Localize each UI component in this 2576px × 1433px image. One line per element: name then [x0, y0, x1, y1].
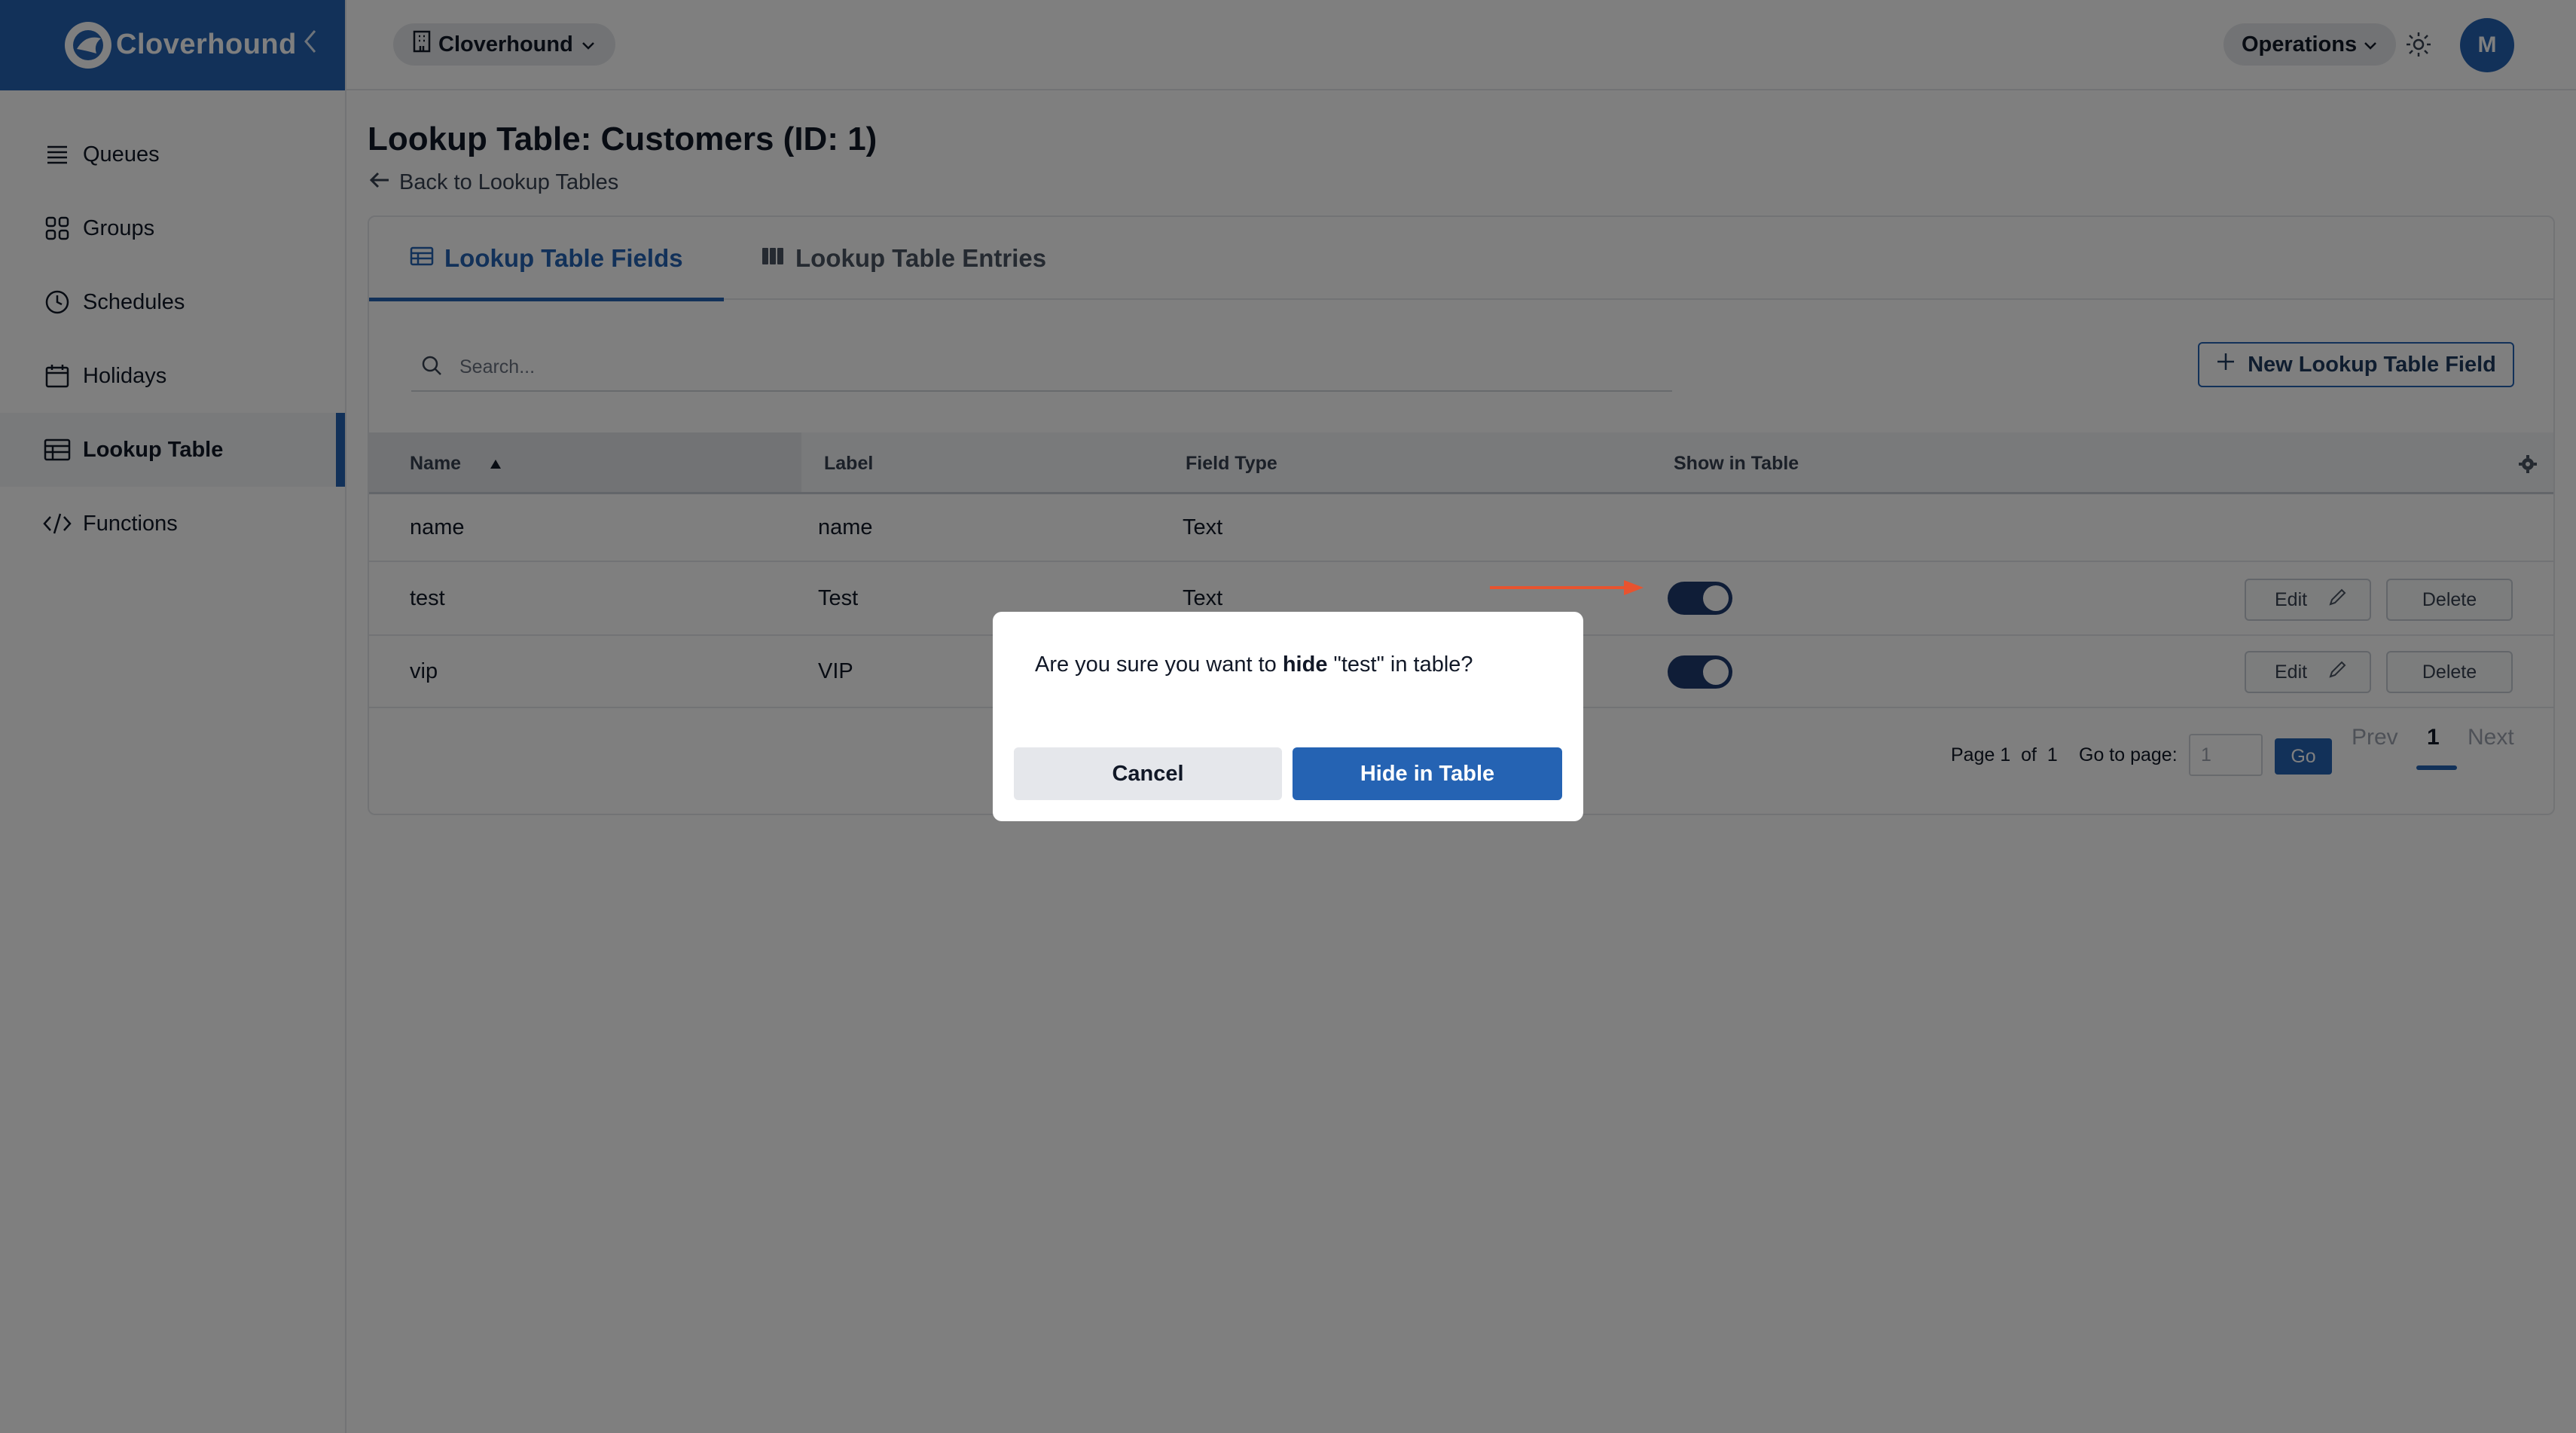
cancel-button[interactable]: Cancel — [1014, 747, 1282, 800]
confirm-hide-dialog: Are you sure you want to hide "test" in … — [993, 612, 1583, 821]
hide-in-table-button[interactable]: Hide in Table — [1293, 747, 1562, 800]
annotation-arrow-icon — [1490, 580, 1644, 595]
dialog-message: Are you sure you want to hide "test" in … — [1035, 652, 1473, 677]
